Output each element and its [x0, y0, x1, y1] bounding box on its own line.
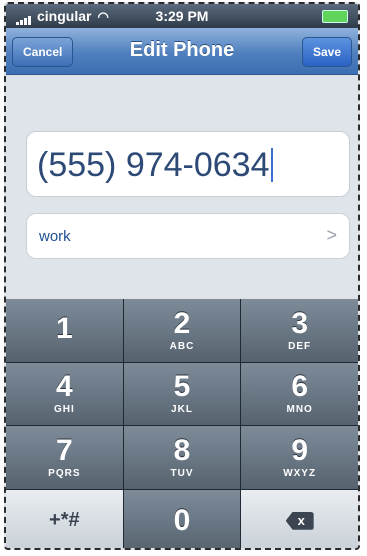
numeric-keypad: 1 2 ABC 3 DEF 4 GHI 5 JKL 6 MNO 7 PQRS 8 TUV 9W…: [6, 299, 358, 548]
key-digit: 8: [173, 433, 191, 467]
key-0[interactable]: 0: [123, 489, 241, 548]
key-letters: MNO: [286, 404, 313, 416]
save-button[interactable]: Save: [301, 37, 352, 67]
phone-label-selector[interactable]: work >: [26, 213, 350, 259]
key-digit: 0: [173, 503, 191, 537]
key-digit: 6: [291, 370, 308, 404]
navigation-bar: Cancel Edit Phone Save: [6, 28, 358, 75]
key-6[interactable]: 6 MNO: [241, 362, 358, 425]
key-8[interactable]: 8 TUV: [123, 426, 241, 489]
phone-label: work: [39, 228, 71, 245]
text-cursor: [270, 148, 273, 182]
key-letters: TUV: [170, 467, 194, 479]
special-symbols-label: +*#: [49, 509, 80, 532]
status-time: 3:29 PM: [155, 8, 209, 24]
carrier-indicator: cingular ◠: [16, 8, 109, 25]
key-special-symbols[interactable]: +*#: [6, 489, 123, 548]
chevron-right-icon: >: [326, 225, 337, 245]
phone-number-value: (555) 974-0634: [37, 146, 270, 184]
key-digit: 2: [173, 306, 191, 340]
key-4[interactable]: 4 GHI: [6, 362, 123, 425]
key-3[interactable]: 3 DEF: [241, 299, 358, 362]
key-letters: PQRS: [48, 467, 81, 479]
wifi-icon: ◠: [97, 9, 109, 24]
key-digit: 4: [55, 370, 73, 404]
key-digit: 7: [55, 433, 73, 467]
battery-icon: [322, 10, 348, 23]
key-digit: 3: [291, 306, 308, 340]
key-digit: 9: [291, 433, 308, 467]
phone-number-field[interactable]: (555) 974-0634: [26, 131, 350, 197]
key-9[interactable]: 9 WXYZ: [241, 426, 358, 489]
key-digit: 1: [55, 312, 73, 346]
carrier-name: cingular: [37, 8, 92, 24]
key-7[interactable]: 7 PQRS: [6, 426, 123, 489]
key-letters: JKL: [171, 404, 193, 416]
backspace-icon: x: [285, 511, 314, 530]
status-bar: cingular ◠ 3:29 PM: [6, 4, 358, 28]
key-letters: ABC: [169, 340, 195, 352]
backspace-button[interactable]: x: [241, 489, 358, 548]
edit-content: (555) 974-0634 work >: [6, 75, 358, 297]
key-letters: WXYZ: [283, 467, 317, 479]
backspace-x: x: [297, 512, 305, 528]
key-5[interactable]: 5 JKL: [123, 362, 241, 425]
phone-screen: cingular ◠ 3:29 PM Cancel Edit Phone Save…: [4, 2, 360, 550]
key-1[interactable]: 1: [6, 299, 123, 362]
key-letters: DEF: [288, 340, 312, 352]
signal-bars-icon: [16, 9, 34, 25]
key-2[interactable]: 2 ABC: [123, 299, 241, 362]
key-digit: 5: [173, 370, 191, 404]
key-letters: GHI: [53, 404, 75, 416]
